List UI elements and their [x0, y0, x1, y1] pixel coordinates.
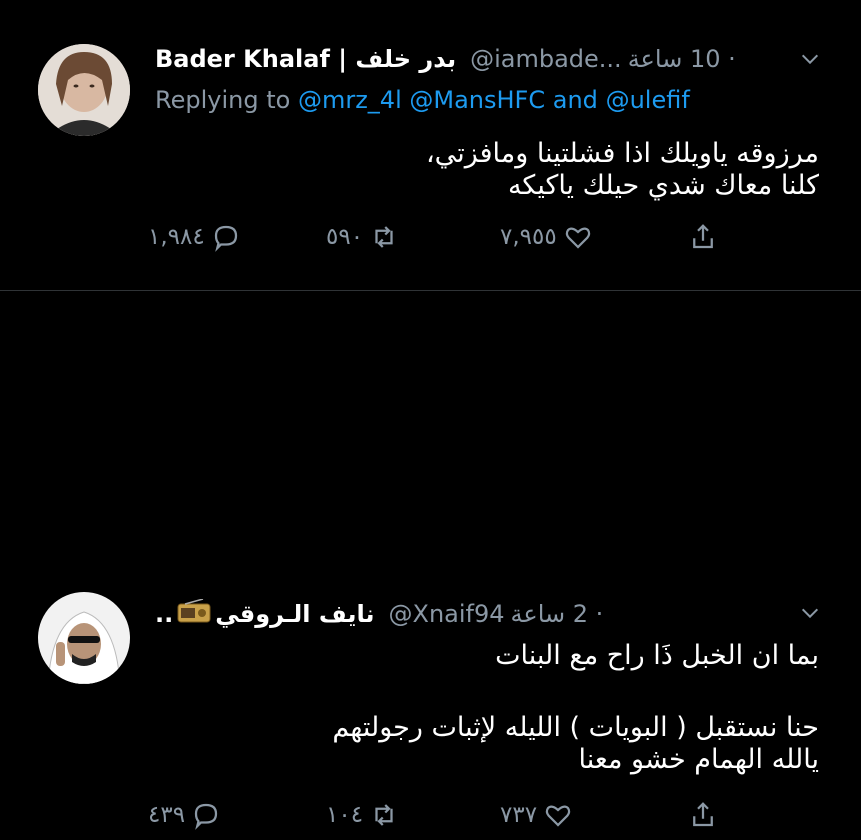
replying-to: Replying to @mrz_4l @MansHFC and @ulefif: [155, 86, 690, 114]
tweet-header: Bader Khalaf | بدر خلف @iambade... · 10 …: [155, 42, 791, 76]
reply-button[interactable]: ٤٣٩: [148, 800, 221, 830]
retweet-icon: [375, 804, 393, 826]
like-button[interactable]: ٧٣٧: [500, 800, 573, 830]
chevron-down-icon[interactable]: [799, 48, 821, 70]
share-button[interactable]: [688, 800, 718, 830]
reply-count: ١,٩٨٤: [148, 224, 205, 250]
tweet[interactable]: Bader Khalaf | بدر خلف @iambade... · 10 …: [0, 0, 861, 290]
like-icon: [545, 805, 571, 827]
author-name-suffix[interactable]: ..: [155, 600, 173, 628]
reply-count: ٤٣٩: [148, 802, 186, 828]
chevron-down-icon[interactable]: [799, 602, 821, 624]
share-icon: [693, 802, 713, 827]
mention-link[interactable]: @MansHFC: [409, 86, 545, 114]
retweet-button[interactable]: ٥٩٠: [326, 222, 399, 252]
reply-icon: [194, 803, 218, 830]
retweet-count: ١٠٤: [326, 802, 364, 828]
retweet-icon: [375, 226, 393, 248]
avatar[interactable]: [38, 592, 130, 684]
timestamp[interactable]: · 10 ساعة: [628, 45, 736, 73]
reply-icon: [214, 225, 237, 252]
tweet-text: مرزوقه ياويلك اذا فشلتينا ومافزتي، كلنا …: [179, 138, 819, 202]
tweet-line: كلنا معاك شدي حيلك ياكيكه: [507, 170, 819, 201]
action-bar: ١,٩٨٤ ٥٩٠ ٧,٩٥٥: [148, 222, 728, 262]
tweet-line: بما ان الخبل ذَا راح مع البنات: [495, 640, 819, 671]
avatar[interactable]: [38, 44, 130, 136]
tweet-line: يالله الهمام خشو معنا: [578, 744, 819, 775]
action-bar: ٤٣٩ ١٠٤ ٧٣٧: [148, 800, 728, 840]
share-button[interactable]: [688, 222, 718, 252]
author-handle[interactable]: @Xnaif94: [389, 600, 505, 628]
like-count: ٧٣٧: [500, 802, 538, 828]
mention-link[interactable]: @mrz_4l: [298, 86, 402, 114]
mention-conjunction: and: [552, 86, 598, 114]
mention-link[interactable]: @ulefif: [606, 86, 690, 114]
like-count: ٧,٩٥٥: [500, 224, 557, 250]
radio-emoji-icon: [177, 598, 211, 629]
retweet-count: ٥٩٠: [326, 224, 364, 250]
author-handle[interactable]: @iambade...: [470, 45, 622, 73]
replying-label: Replying to: [155, 86, 291, 114]
author-name[interactable]: Bader Khalaf | بدر خلف: [155, 45, 456, 73]
tweet-text: بما ان الخبل ذَا راح مع البنات حنا نستقب…: [179, 640, 819, 776]
reply-button[interactable]: ١,٩٨٤: [148, 222, 241, 252]
tweet-header: .. نايف الـروقي @Xnaif94 · 2 ساعة: [155, 597, 791, 631]
tweet-line: مرزوقه ياويلك اذا فشلتينا ومافزتي،: [425, 138, 819, 169]
timestamp[interactable]: · 2 ساعة: [511, 600, 604, 628]
tweet-line: حنا نستقبل ( البويات ) الليله لإثبات رجو…: [332, 712, 819, 743]
share-icon: [693, 224, 713, 249]
like-button[interactable]: ٧,٩٥٥: [500, 222, 593, 252]
like-icon: [565, 227, 590, 249]
retweet-button[interactable]: ١٠٤: [326, 800, 399, 830]
author-name[interactable]: نايف الـروقي: [215, 600, 374, 628]
tweet[interactable]: .. نايف الـروقي @Xnaif94 · 2 ساعة بما ان…: [0, 290, 861, 830]
